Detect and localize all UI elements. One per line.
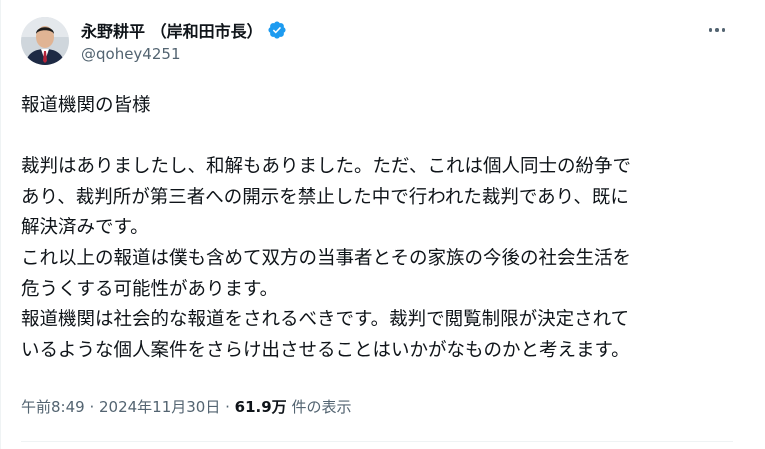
views-count[interactable]: 61.9万 [235,396,287,417]
post-line: 報道機関は社会的な報道をされるべきです。裁判で閲覧制限が決定されて [21,309,630,331]
author-name-row[interactable]: 永野耕平 （岸和田市長） [81,19,287,41]
post-text: 報道機関の皆様 裁判はありましたし、和解もありました。ただ、これは個人同士の紛争… [21,91,741,366]
card-border [0,0,1,449]
post-line: 解決済みです。 [21,217,149,239]
author-name[interactable]: 永野耕平 （岸和田市長） [81,18,263,42]
verified-badge-icon [268,21,286,39]
avatar-photo-icon [21,17,69,65]
post-line: 裁判はありましたし、和解もありました。ただ、これは個人同士の紛争で [21,156,631,178]
post-time[interactable]: 午前8:49 [21,396,85,417]
post-date[interactable]: 2024年11月30日 [99,396,220,417]
more-options-icon[interactable] [702,20,732,40]
divider [21,441,733,442]
meta-separator: · [220,397,235,416]
avatar[interactable] [21,17,69,65]
post-line: 報道機関の皆様 [21,95,151,116]
post-line: 危うくする可能性があります。 [21,278,279,300]
post-line: いるような個人案件をさらけ出させることはいかがなものかと考えます。 [21,339,630,361]
post-card: 永野耕平 （岸和田市長） @qohey4251 報道機関の皆様 裁判はありました… [0,0,765,449]
post-line: あり、裁判所が第三者への開示を禁止した中で行われた裁判であり、既に [21,186,629,208]
post-line-blank [21,122,741,153]
meta-separator: · [84,397,99,416]
author-handle[interactable]: @qohey4251 [81,45,181,63]
views-label: 件の表示 [286,398,352,416]
post-meta: 午前8:49 · 2024年11月30日 · 61.9万 件の表示 [21,396,351,417]
post-line: これ以上の報道は僕も含めて双方の当事者とその家族の今後の社会生活を [21,247,631,269]
